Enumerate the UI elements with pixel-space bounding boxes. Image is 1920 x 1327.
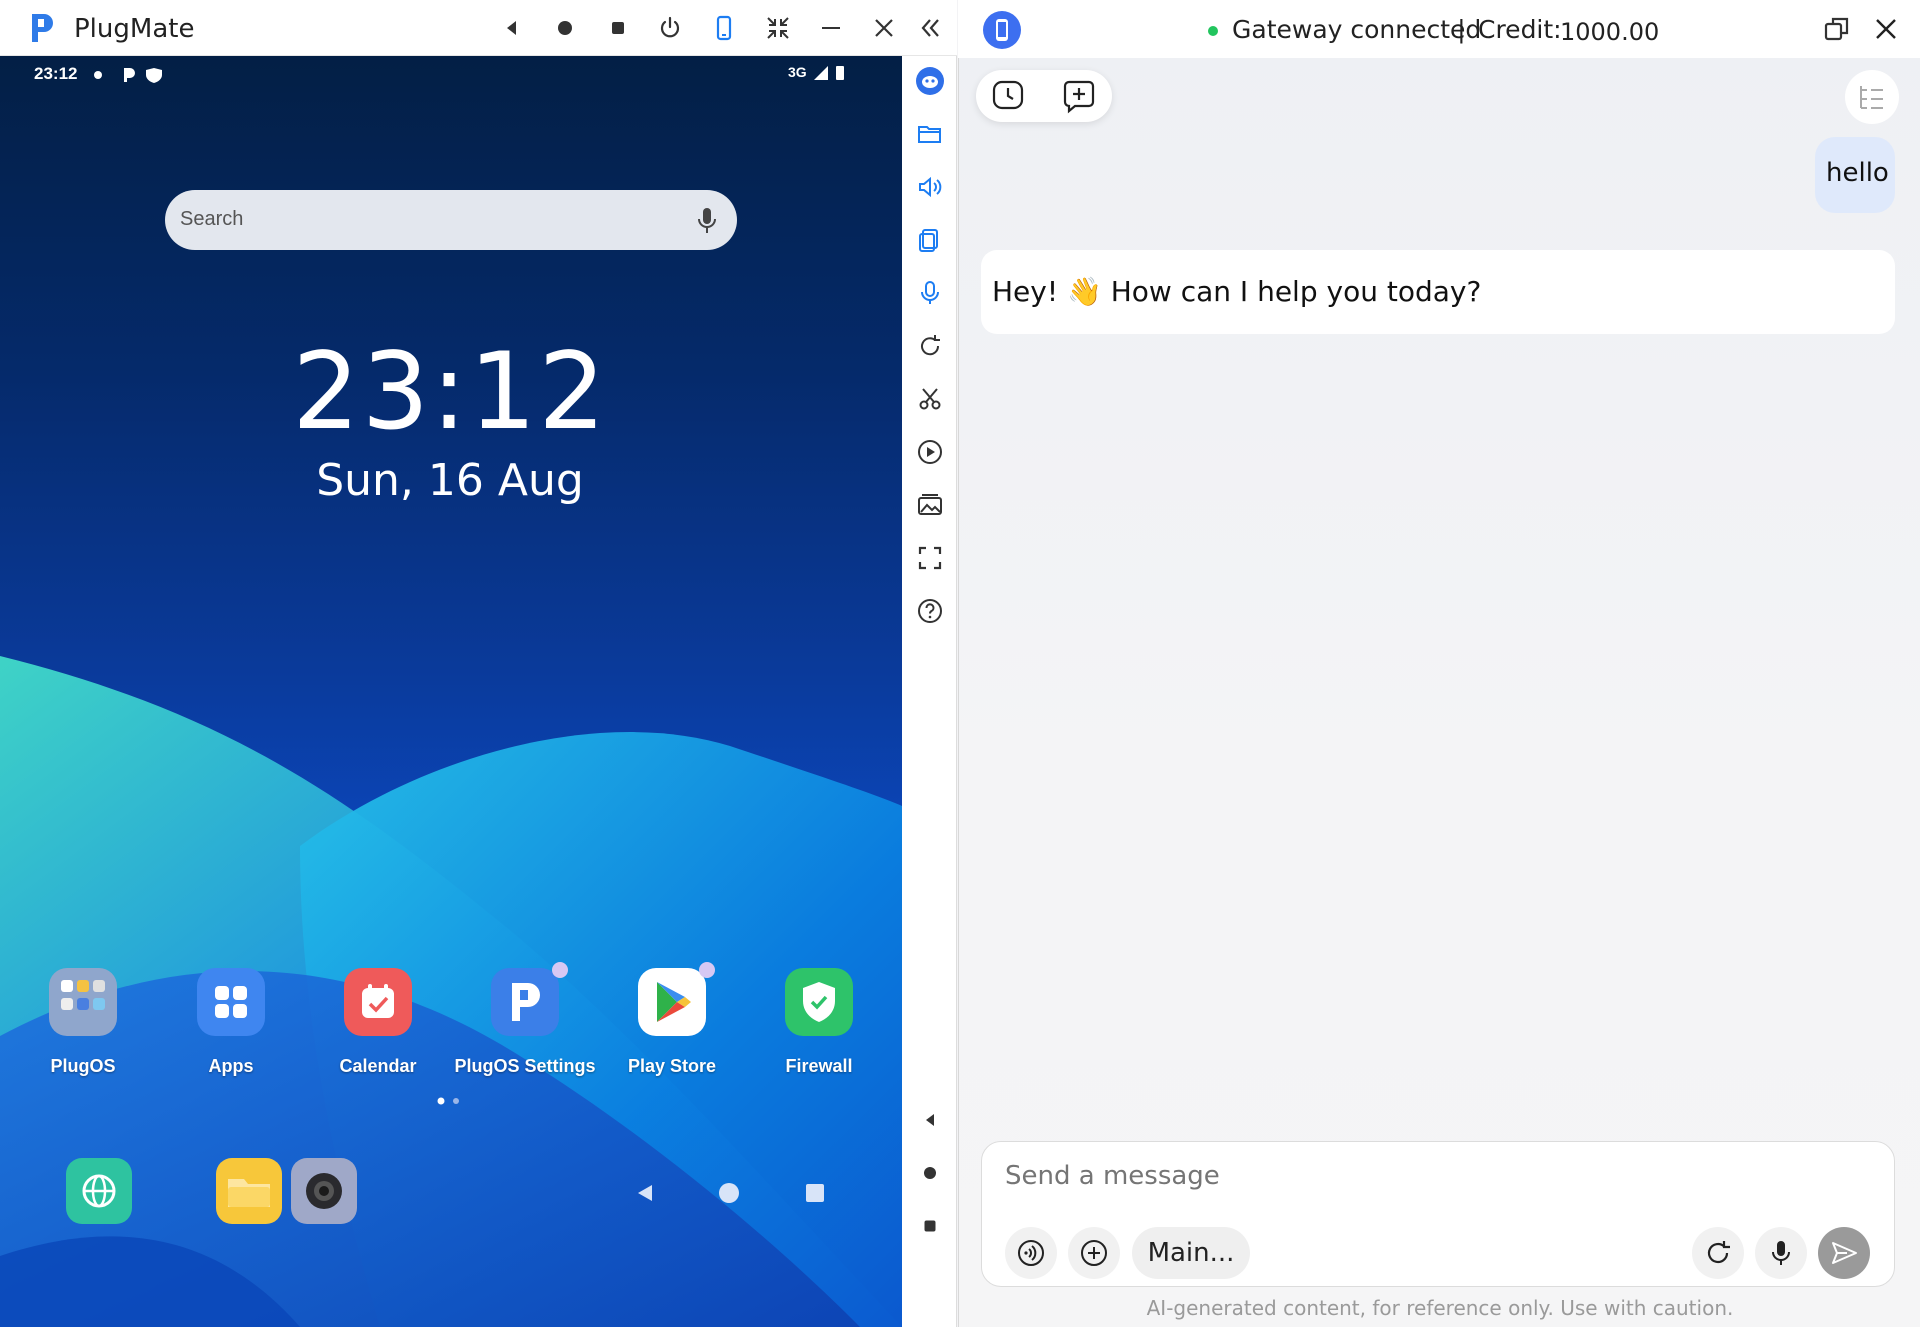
app-firewall[interactable]: Firewall xyxy=(744,968,894,1077)
signal-battery-icon xyxy=(812,64,846,87)
status-icons xyxy=(90,66,170,89)
home-search-bar[interactable] xyxy=(165,190,737,250)
app-apps[interactable]: Apps xyxy=(156,968,306,1077)
app-plugos[interactable]: PlugOS xyxy=(8,968,158,1077)
assistant-avatar-icon[interactable] xyxy=(912,63,948,99)
credit-label: Credit: xyxy=(1478,15,1562,44)
header-separator: | xyxy=(1458,14,1465,44)
chat-panel xyxy=(958,0,1920,1327)
record-play-icon[interactable] xyxy=(912,434,948,470)
microphone-icon[interactable] xyxy=(912,275,948,311)
gateway-status: Gateway connected xyxy=(1232,15,1482,44)
home-date: Sun, 16 Aug xyxy=(316,455,584,506)
back-triangle-icon[interactable] xyxy=(912,1102,948,1138)
assistant-message-text: Hey! 👋 How can I help you today? xyxy=(992,275,1482,308)
app-label: PlugOS xyxy=(50,1056,116,1076)
credit-value: 1000.00 xyxy=(1560,18,1660,46)
power-icon[interactable] xyxy=(652,10,688,46)
folder-open-icon[interactable] xyxy=(912,116,948,152)
refresh-icon xyxy=(1707,1241,1730,1264)
voice-input-button[interactable] xyxy=(1755,1227,1807,1279)
scissors-icon[interactable] xyxy=(912,381,948,417)
collapse-arrows-icon[interactable] xyxy=(760,10,796,46)
back-triangle-icon[interactable] xyxy=(494,10,530,46)
status-network: 3G xyxy=(788,64,807,80)
app-play-store[interactable]: Play Store xyxy=(597,962,747,1077)
home-search-placeholder: Search xyxy=(180,208,244,230)
outline-toggle-button[interactable] xyxy=(1845,70,1899,124)
app-calendar[interactable]: Calendar xyxy=(303,968,453,1077)
close-icon[interactable] xyxy=(1871,14,1901,49)
app-label: PlugOS Settings xyxy=(454,1056,596,1076)
new-chat-icon[interactable] xyxy=(1061,78,1097,119)
device-phone-icon[interactable] xyxy=(982,10,1022,55)
send-button[interactable] xyxy=(1818,1227,1870,1279)
plugmate-logo-icon xyxy=(28,12,54,44)
recents-square-icon[interactable] xyxy=(600,10,636,46)
rotate-icon[interactable] xyxy=(912,328,948,364)
app-title: PlugMate xyxy=(74,14,195,44)
history-icon[interactable] xyxy=(990,78,1026,119)
folder-icon xyxy=(49,968,117,1036)
status-dot xyxy=(1208,26,1218,36)
status-time: 23:12 xyxy=(34,64,78,83)
plus-circle-icon xyxy=(1081,1240,1107,1266)
page-indicator xyxy=(437,1092,461,1110)
notification-dot xyxy=(699,962,715,978)
minimize-icon[interactable] xyxy=(813,10,849,46)
phone-home-icon[interactable] xyxy=(714,1178,744,1208)
plugos-settings-icon xyxy=(491,968,559,1036)
send-icon xyxy=(1832,1242,1857,1264)
home-circle-icon[interactable] xyxy=(547,10,583,46)
copy-icon[interactable] xyxy=(912,222,948,258)
outline-icon xyxy=(1860,86,1883,109)
notification-dot xyxy=(552,962,568,978)
calendar-icon xyxy=(344,968,412,1036)
popout-icon[interactable] xyxy=(1822,14,1852,49)
apps-grid-icon xyxy=(197,968,265,1036)
files-icon[interactable] xyxy=(216,1158,282,1224)
home-circle-icon[interactable] xyxy=(912,1155,948,1191)
microphone-icon xyxy=(1772,1241,1790,1265)
play-store-icon xyxy=(638,968,706,1036)
app-label: Apps xyxy=(208,1056,254,1076)
phone-recents-icon[interactable] xyxy=(800,1178,830,1208)
app-label: Firewall xyxy=(785,1056,853,1076)
app-label: Play Store xyxy=(627,1056,717,1076)
mic-icon[interactable] xyxy=(696,206,718,241)
camera-icon[interactable] xyxy=(291,1158,357,1224)
firewall-icon xyxy=(785,968,853,1036)
browser-icon[interactable] xyxy=(66,1158,132,1224)
app-plugos-settings[interactable]: PlugOS Settings xyxy=(450,962,600,1077)
user-message-text: hello xyxy=(1826,158,1889,188)
disclaimer-text: AI-generated content, for reference only… xyxy=(1146,1296,1734,1320)
recents-square-icon[interactable] xyxy=(912,1208,948,1244)
phone-mode-icon[interactable] xyxy=(706,10,742,46)
collapse-panel-icon[interactable] xyxy=(912,10,948,46)
voice-wave-icon xyxy=(1018,1240,1044,1266)
close-icon[interactable] xyxy=(866,10,902,46)
home-clock: 23:12 xyxy=(292,330,608,453)
voice-mode-button[interactable] xyxy=(1005,1227,1057,1279)
message-input[interactable] xyxy=(1003,1160,1703,1192)
refresh-button[interactable] xyxy=(1692,1227,1744,1279)
app-label: Calendar xyxy=(339,1056,417,1076)
gallery-icon[interactable] xyxy=(912,487,948,523)
fullscreen-icon[interactable] xyxy=(912,540,948,576)
attach-button[interactable] xyxy=(1068,1227,1120,1279)
help-icon[interactable] xyxy=(912,593,948,629)
model-select-button[interactable]: Main... xyxy=(1132,1227,1250,1279)
volume-icon[interactable] xyxy=(912,169,948,205)
phone-back-icon[interactable] xyxy=(630,1178,660,1208)
